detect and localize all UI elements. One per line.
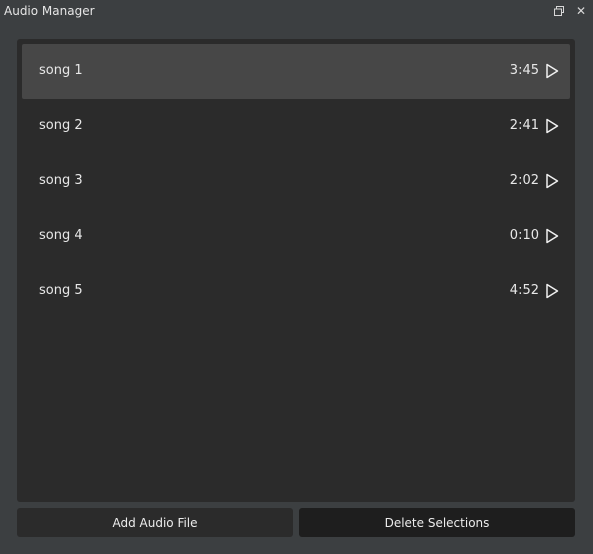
- window-title: Audio Manager: [4, 4, 95, 18]
- audio-list: song 1 3:45 song 2 2:41 song 3 2:02 song 4 0:10…: [17, 39, 575, 502]
- restore-window-icon[interactable]: [551, 3, 567, 19]
- close-icon[interactable]: ✕: [573, 3, 589, 19]
- title-bar: Audio Manager ✕: [0, 0, 593, 22]
- delete-selections-button[interactable]: Delete Selections: [299, 508, 575, 537]
- play-icon[interactable]: [545, 118, 559, 134]
- song-name: song 4: [39, 228, 83, 243]
- play-icon[interactable]: [545, 228, 559, 244]
- list-item[interactable]: song 4 0:10: [22, 209, 570, 264]
- song-duration: 2:02: [509, 173, 539, 188]
- list-item[interactable]: song 5 4:52: [22, 264, 570, 319]
- list-item[interactable]: song 1 3:45: [22, 44, 570, 99]
- list-item[interactable]: song 3 2:02: [22, 154, 570, 209]
- play-icon[interactable]: [545, 63, 559, 79]
- audio-manager-window: Audio Manager ✕ song 1 3:45 song 2 2:41 song…: [0, 0, 593, 554]
- add-audio-file-button[interactable]: Add Audio File: [17, 508, 293, 537]
- song-duration: 4:52: [509, 283, 539, 298]
- song-duration: 2:41: [509, 118, 539, 133]
- song-name: song 1: [39, 63, 83, 78]
- song-name: song 3: [39, 173, 83, 188]
- play-icon[interactable]: [545, 283, 559, 299]
- song-duration: 3:45: [509, 63, 539, 78]
- song-name: song 5: [39, 283, 83, 298]
- song-name: song 2: [39, 118, 83, 133]
- play-icon[interactable]: [545, 173, 559, 189]
- list-item[interactable]: song 2 2:41: [22, 99, 570, 154]
- song-duration: 0:10: [509, 228, 539, 243]
